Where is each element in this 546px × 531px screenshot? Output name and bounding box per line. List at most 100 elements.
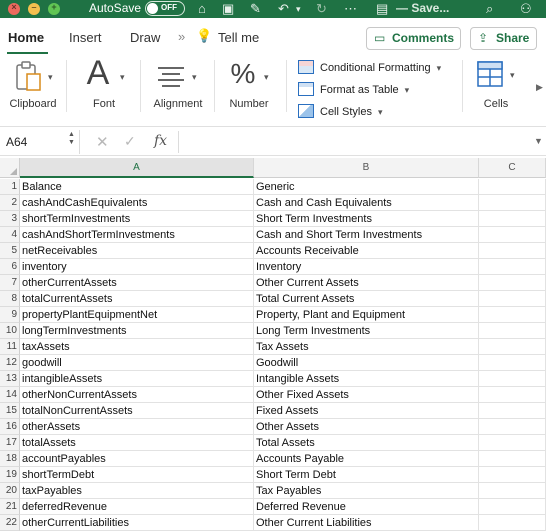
share-button[interactable]: ⇪ Share: [470, 27, 537, 50]
cell-c[interactable]: [479, 323, 546, 339]
cell-c[interactable]: [479, 419, 546, 435]
name-box-stepper-icon[interactable]: ▲ ▼: [68, 131, 75, 147]
cell-b[interactable]: Other Fixed Assets: [254, 387, 479, 403]
row-header[interactable]: 17: [0, 435, 20, 451]
row-header[interactable]: 20: [0, 483, 20, 499]
cell-c[interactable]: [479, 227, 546, 243]
row-header[interactable]: 4: [0, 227, 20, 243]
row-header[interactable]: 19: [0, 467, 20, 483]
cell-a[interactable]: longTermInvestments: [20, 323, 254, 339]
row-header[interactable]: 7: [0, 275, 20, 291]
cells-group[interactable]: ▾ Cells: [468, 54, 524, 126]
cell-c[interactable]: [479, 467, 546, 483]
cell-b[interactable]: Cash and Cash Equivalents: [254, 195, 479, 211]
cell-b[interactable]: Other Current Liabilities: [254, 515, 479, 531]
row-header[interactable]: 22: [0, 515, 20, 531]
cell-a[interactable]: taxPayables: [20, 483, 254, 499]
cell-a[interactable]: Balance: [20, 179, 254, 195]
autosave-toggle[interactable]: OFF: [145, 1, 185, 16]
row-header[interactable]: 14: [0, 387, 20, 403]
more-icon[interactable]: ⋯: [344, 0, 357, 18]
cell-a[interactable]: shortTermInvestments: [20, 211, 254, 227]
cell-c[interactable]: [479, 291, 546, 307]
home-icon[interactable]: ⌂: [198, 0, 206, 18]
row-header[interactable]: 11: [0, 339, 20, 355]
row-header[interactable]: 8: [0, 291, 20, 307]
expand-formula-bar-icon[interactable]: ▼: [534, 136, 543, 146]
cell-a[interactable]: totalCurrentAssets: [20, 291, 254, 307]
tab-home[interactable]: Home: [8, 30, 44, 45]
cell-c[interactable]: [479, 275, 546, 291]
insert-function-icon[interactable]: fx: [154, 133, 167, 149]
row-header[interactable]: 6: [0, 259, 20, 275]
cell-a[interactable]: otherCurrentAssets: [20, 275, 254, 291]
cell-c[interactable]: [479, 243, 546, 259]
search-icon[interactable]: ⌕: [486, 0, 493, 18]
cell-b[interactable]: Total Current Assets: [254, 291, 479, 307]
cell-c[interactable]: [479, 179, 546, 195]
cell-b[interactable]: Property, Plant and Equipment: [254, 307, 479, 323]
select-all-corner[interactable]: [0, 158, 20, 178]
cell-c[interactable]: [479, 259, 546, 275]
close-window-button[interactable]: ×: [8, 2, 20, 15]
cell-a[interactable]: totalAssets: [20, 435, 254, 451]
account-icon[interactable]: ⚇: [520, 0, 532, 18]
cell-b[interactable]: Short Term Debt: [254, 467, 479, 483]
save-icon[interactable]: ▣: [222, 0, 234, 18]
comments-button[interactable]: ▭ Comments: [366, 27, 461, 50]
cell-b[interactable]: Accounts Receivable: [254, 243, 479, 259]
maximize-window-button[interactable]: +: [48, 2, 60, 15]
redo-icon[interactable]: ↻: [316, 0, 327, 18]
tab-draw[interactable]: Draw: [130, 30, 160, 45]
cell-c[interactable]: [479, 387, 546, 403]
cell-a[interactable]: cashAndShortTermInvestments: [20, 227, 254, 243]
cell-b[interactable]: Cash and Short Term Investments: [254, 227, 479, 243]
cell-a[interactable]: totalNonCurrentAssets: [20, 403, 254, 419]
cell-a[interactable]: otherNonCurrentAssets: [20, 387, 254, 403]
cell-a[interactable]: deferredRevenue: [20, 499, 254, 515]
clipboard-group[interactable]: ▾ Clipboard: [0, 54, 66, 126]
cell-b[interactable]: Generic: [254, 179, 479, 195]
cell-a[interactable]: otherCurrentLiabilities: [20, 515, 254, 531]
confirm-formula-icon[interactable]: ✓: [124, 133, 136, 150]
row-header[interactable]: 13: [0, 371, 20, 387]
row-header[interactable]: 21: [0, 499, 20, 515]
cell-c[interactable]: [479, 451, 546, 467]
cell-b[interactable]: Short Term Investments: [254, 211, 479, 227]
cell-c[interactable]: [479, 499, 546, 515]
undo-dropdown-icon[interactable]: ▾: [296, 0, 301, 18]
cancel-formula-icon[interactable]: ✕: [96, 133, 109, 151]
cell-b[interactable]: Goodwill: [254, 355, 479, 371]
cell-a[interactable]: inventory: [20, 259, 254, 275]
cell-c[interactable]: [479, 307, 546, 323]
cell-a[interactable]: taxAssets: [20, 339, 254, 355]
cell-b[interactable]: Long Term Investments: [254, 323, 479, 339]
cell-c[interactable]: [479, 339, 546, 355]
cell-a[interactable]: intangibleAssets: [20, 371, 254, 387]
row-header[interactable]: 5: [0, 243, 20, 259]
cell-a[interactable]: cashAndCashEquivalents: [20, 195, 254, 211]
cell-c[interactable]: [479, 435, 546, 451]
tell-me-search[interactable]: Tell me: [218, 30, 259, 45]
cell-c[interactable]: [479, 195, 546, 211]
cell-a[interactable]: otherAssets: [20, 419, 254, 435]
number-group[interactable]: % ▾ Number: [220, 54, 278, 126]
cell-b[interactable]: Intangible Assets: [254, 371, 479, 387]
cell-c[interactable]: [479, 403, 546, 419]
cell-b[interactable]: Tax Assets: [254, 339, 479, 355]
row-header[interactable]: 9: [0, 307, 20, 323]
format-as-table-button[interactable]: Format as Table ▾: [298, 81, 409, 99]
cell-c[interactable]: [479, 515, 546, 531]
cell-b[interactable]: Total Assets: [254, 435, 479, 451]
cell-a[interactable]: shortTermDebt: [20, 467, 254, 483]
spreadsheet-grid[interactable]: A B C 1 Balance Generic 2 cashAndCashEquival…: [0, 158, 546, 531]
cell-b[interactable]: Inventory: [254, 259, 479, 275]
row-header[interactable]: 3: [0, 211, 20, 227]
cell-b[interactable]: Accounts Payable: [254, 451, 479, 467]
more-tabs-chevron-icon[interactable]: »: [178, 29, 185, 44]
cell-c[interactable]: [479, 211, 546, 227]
column-header-c[interactable]: C: [479, 158, 546, 178]
tab-insert[interactable]: Insert: [69, 30, 102, 45]
font-group[interactable]: A ▾ Font: [72, 54, 136, 126]
cell-a[interactable]: accountPayables: [20, 451, 254, 467]
